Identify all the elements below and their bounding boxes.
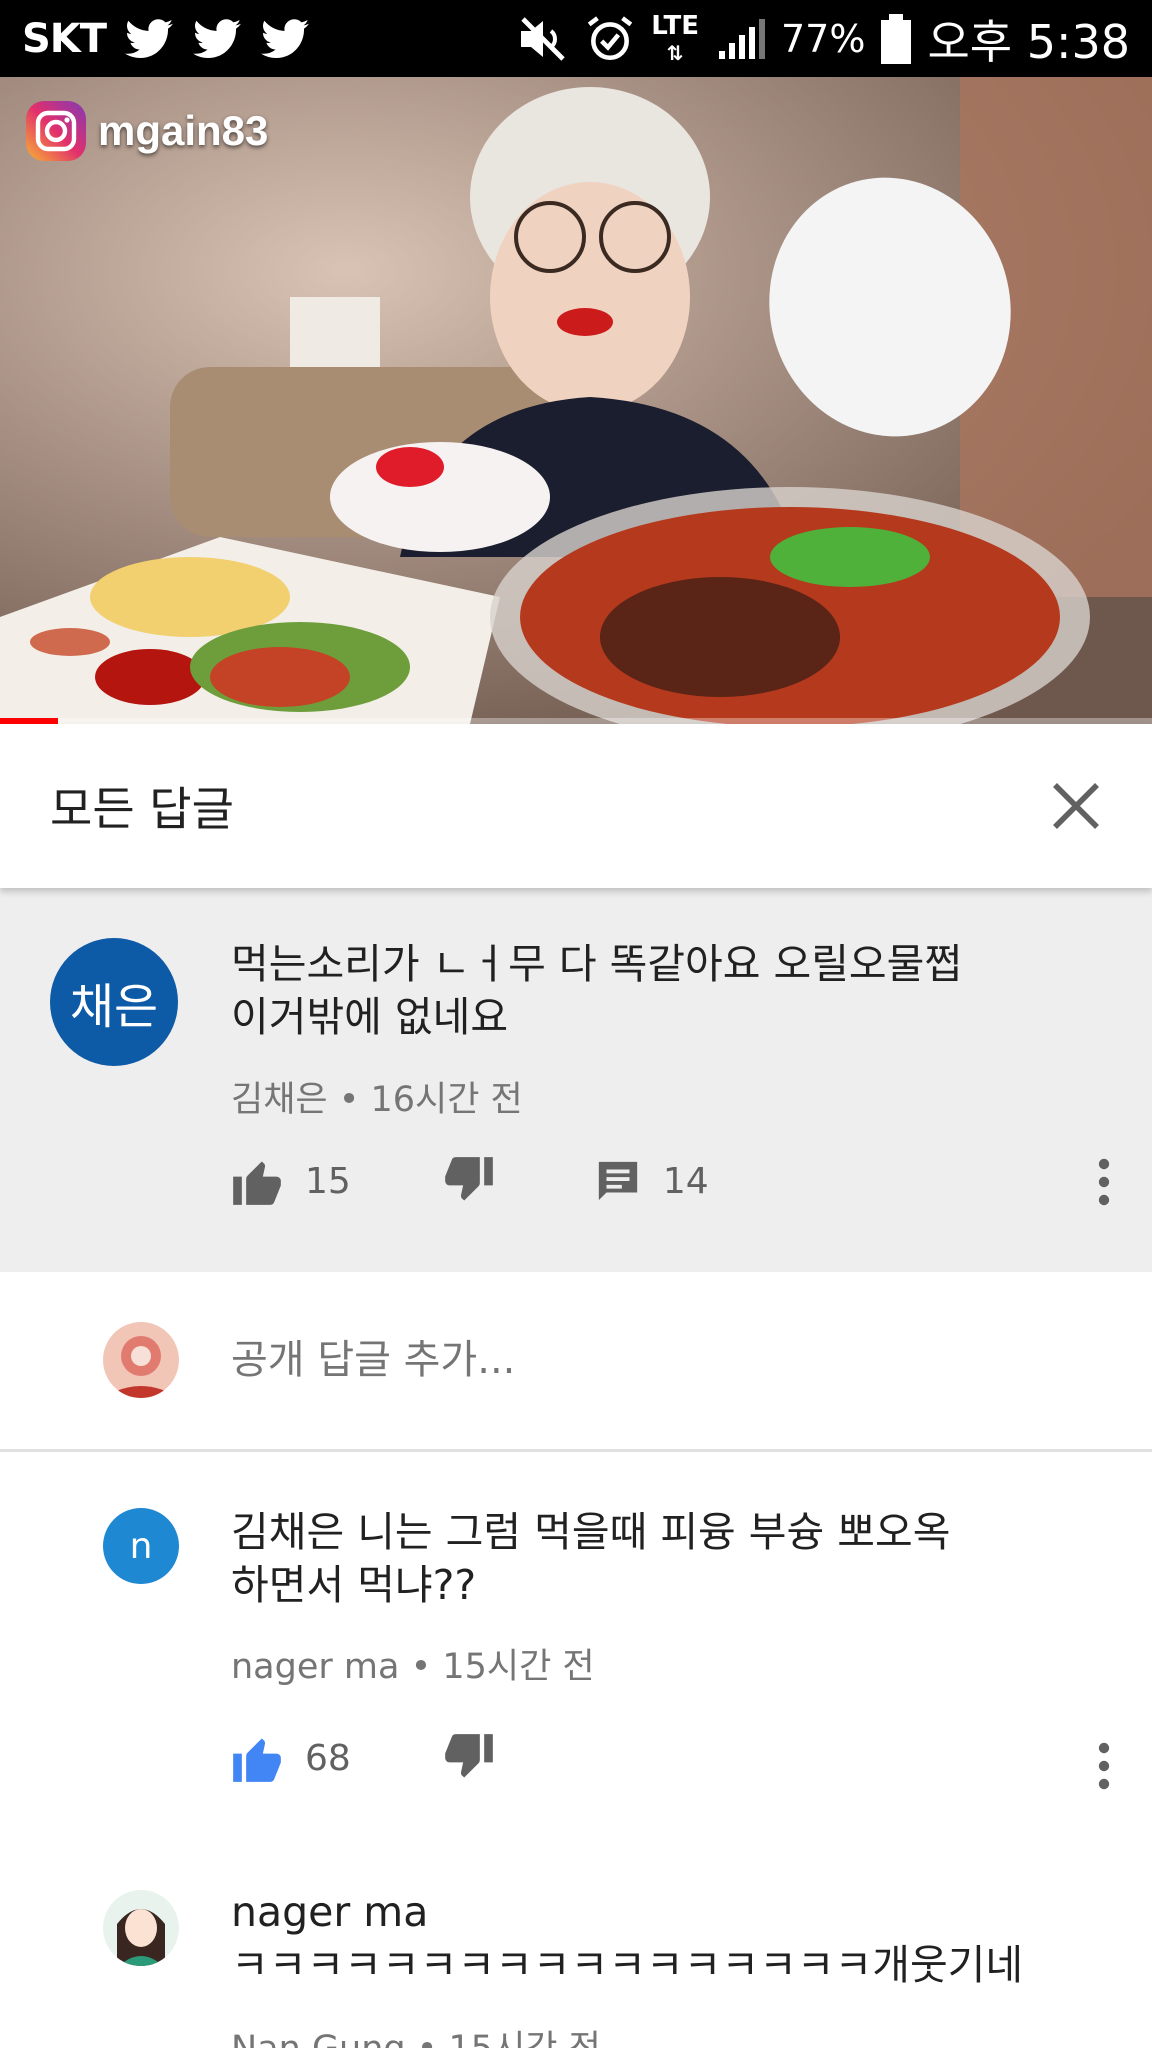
comment-text-line: 하면서 먹냐?? [231,1561,477,1609]
avatar-label: 채은 [69,979,159,1035]
avatar[interactable]: n [103,1508,179,1584]
battery-icon [881,13,912,64]
comment-meta: Nan Gung • 15시간 전 [231,2020,601,2048]
signal-icon [718,18,765,59]
dislike-button[interactable] [443,1157,495,1205]
panel-title: 모든 답글 [50,782,234,836]
battery-percent: 77% [780,16,866,61]
comment-actions: 15 14 [231,1151,709,1211]
comment-text: nager ma ㅋㅋㅋㅋㅋㅋㅋㅋㅋㅋㅋㅋㅋㅋㅋㅋㅋ개웃기네 [231,1886,1051,1992]
thumbs-up-icon [233,1161,281,1205]
instagram-icon [26,101,86,161]
thumbs-down-icon [444,1157,493,1201]
comment-text: 김채은 니는 그럼 먹을때 피융 부슝 뽀오옥 하면서 먹냐?? [231,1506,1051,1612]
twitter-icon [125,18,174,58]
current-user-avatar [103,1322,179,1398]
replies-header: 모든 답글 [0,724,1152,888]
comment-text-line: 이거밖에 없네요 [231,993,509,1041]
parent-comment: 채은 먹는소리가 ㄴㅓ무 다 똑같아요 오릴오물쩝 이거밖에 없네요 김채은 •… [0,888,1152,1272]
like-button[interactable] [231,1157,283,1205]
more-options-icon[interactable] [1096,1742,1112,1790]
avatar[interactable]: 채은 [50,938,178,1066]
video-player[interactable]: mgain83 [0,77,1152,724]
add-reply-row [0,1272,1152,1452]
comment-meta: 김채은 • 16시간 전 [231,1080,523,1120]
reply-input[interactable] [231,1330,1051,1390]
mute-icon [521,16,565,61]
lte-text: LTE [651,10,699,41]
data-arrows-icon: ⇅ [666,40,684,65]
thumbs-down-icon [444,1734,493,1778]
twitter-icon [193,18,242,58]
comment-text-line: nager ma [231,1888,429,1936]
like-count: 15 [305,1160,351,1202]
comment-text-line: 먹는소리가 ㄴㅓ무 다 똑같아요 오릴오물쩝 [231,940,963,988]
reply-item: nager ma ㅋㅋㅋㅋㅋㅋㅋㅋㅋㅋㅋㅋㅋㅋㅋㅋㅋ개웃기네 Nan Gung … [0,1852,1152,2048]
alarm-icon [587,15,633,60]
carrier-label: SKT [22,15,107,62]
comment-actions: 68 [231,1728,495,1788]
avatar-image [103,1890,179,1966]
comment-text-line: 김채은 니는 그럼 먹을때 피융 부슝 뽀오옥 [231,1508,951,1556]
instagram-handle: mgain83 [98,107,269,154]
thumbs-up-icon [233,1738,281,1782]
reply-button[interactable] [595,1158,641,1204]
close-icon[interactable] [1048,778,1104,834]
avatar[interactable] [103,1890,179,1966]
comment-icon [598,1161,637,1201]
user-avatar-image [103,1322,179,1398]
avatar-label: n [129,1525,153,1567]
video-frame [0,77,1152,724]
network-type-label: LTE ⇅ [651,13,699,65]
dislike-button[interactable] [443,1734,495,1782]
like-button[interactable] [231,1734,283,1782]
clock: 오후 5:38 [927,14,1130,69]
comment-text: 먹는소리가 ㄴㅓ무 다 똑같아요 오릴오물쩝 이거밖에 없네요 [231,938,1051,1044]
comment-meta: nager ma • 15시간 전 [231,1647,595,1687]
comment-text-line: ㅋㅋㅋㅋㅋㅋㅋㅋㅋㅋㅋㅋㅋㅋㅋㅋㅋ개웃기네 [231,1941,1024,1989]
reply-count: 14 [662,1160,709,1202]
status-bar: SKT LTE ⇅ 77% 오후 5:38 [0,0,1152,77]
more-options-icon[interactable] [1096,1158,1112,1206]
instagram-watermark: mgain83 [24,99,268,163]
reply-item: n 김채은 니는 그럼 먹을때 피융 부슝 뽀오옥 하면서 먹냐?? nager… [0,1452,1152,1852]
like-count: 68 [305,1737,351,1779]
twitter-icon [261,18,310,58]
